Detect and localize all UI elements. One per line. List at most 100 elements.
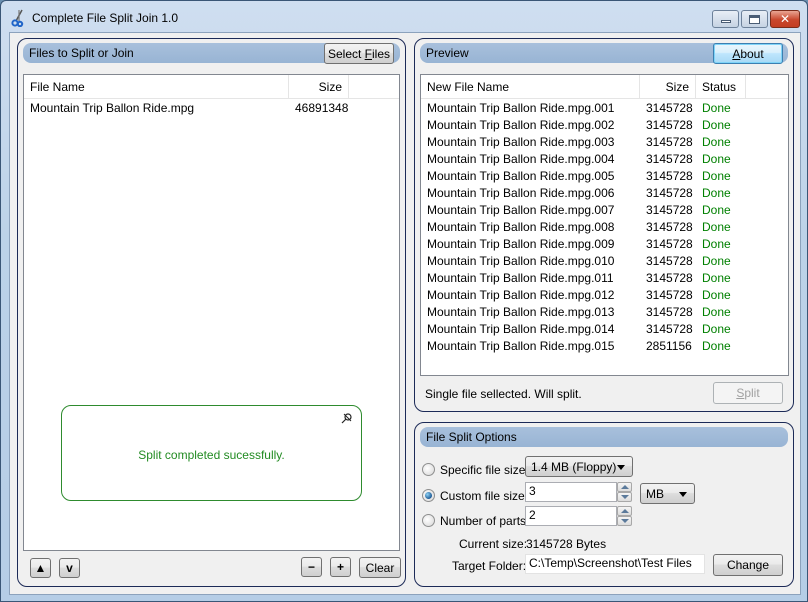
- table-row[interactable]: Mountain Trip Ballon Ride.mpg.007 3145728…: [421, 202, 788, 219]
- column-new-file-name[interactable]: New File Name: [421, 75, 640, 99]
- status-cell: Done: [702, 186, 731, 200]
- table-row[interactable]: Mountain Trip Ballon Ride.mpg.011 3145728…: [421, 270, 788, 287]
- number-of-parts-input[interactable]: 2: [525, 506, 617, 526]
- size-cell: 3145728: [646, 220, 693, 234]
- status-cell: Done: [702, 322, 731, 336]
- close-button[interactable]: ✕: [770, 10, 800, 28]
- number-of-parts-label[interactable]: Number of parts:: [440, 514, 529, 528]
- files-group: Files to Split or Join Select Files File…: [17, 38, 406, 587]
- status-cell: Done: [702, 169, 731, 183]
- status-cell: Done: [702, 288, 731, 302]
- clear-button[interactable]: Clear: [359, 557, 401, 578]
- table-row[interactable]: Mountain Trip Ballon Ride.mpg.010 3145728…: [421, 253, 788, 270]
- specific-size-dropdown[interactable]: 1.4 MB (Floppy): [525, 456, 633, 477]
- column-status[interactable]: Status: [696, 75, 746, 99]
- window-title: Complete File Split Join 1.0: [32, 11, 179, 25]
- status-cell: Done: [702, 203, 731, 217]
- table-row[interactable]: Mountain Trip Ballon Ride.mpg.014 3145728…: [421, 321, 788, 338]
- specific-size-radio[interactable]: [422, 463, 435, 476]
- size-cell: 3145728: [646, 322, 693, 336]
- size-cell: 3145728: [646, 135, 693, 149]
- add-file-button[interactable]: +: [330, 557, 351, 577]
- move-down-button[interactable]: v: [59, 558, 80, 578]
- new-file-name-cell: Mountain Trip Ballon Ride.mpg.010: [427, 254, 615, 268]
- split-options-title: File Split Options: [426, 430, 517, 444]
- column-file-name[interactable]: File Name: [24, 75, 289, 99]
- size-cell: 3145728: [646, 305, 693, 319]
- table-row[interactable]: Mountain Trip Ballon Ride.mpg.001 3145728…: [421, 100, 788, 117]
- minus-icon: −: [307, 560, 315, 574]
- spin-down-icon[interactable]: [617, 492, 632, 502]
- new-file-name-cell: Mountain Trip Ballon Ride.mpg.003: [427, 135, 615, 149]
- custom-size-spinner[interactable]: [617, 482, 632, 502]
- specific-size-label[interactable]: Specific file size:: [440, 463, 529, 477]
- custom-size-input[interactable]: 3: [525, 482, 617, 502]
- column-size[interactable]: Size: [289, 75, 349, 99]
- preview-list[interactable]: New File Name Size Status Mountain Trip …: [420, 74, 789, 376]
- remove-file-button[interactable]: −: [301, 557, 322, 577]
- change-folder-button[interactable]: Change: [713, 554, 783, 576]
- custom-size-radio[interactable]: [422, 489, 435, 502]
- new-file-name-cell: Mountain Trip Ballon Ride.mpg.005: [427, 169, 615, 183]
- spin-up-icon[interactable]: [617, 482, 632, 492]
- new-file-name-cell: Mountain Trip Ballon Ride.mpg.014: [427, 322, 615, 336]
- table-row[interactable]: Mountain Trip Ballon Ride.mpg.015 2851156…: [421, 338, 788, 355]
- files-list-header: File Name Size: [24, 75, 399, 99]
- table-row[interactable]: Mountain Trip Ballon Ride.mpg.005 3145728…: [421, 168, 788, 185]
- table-row[interactable]: Mountain Trip Ballon Ride.mpg.002 3145728…: [421, 117, 788, 134]
- new-file-name-cell: Mountain Trip Ballon Ride.mpg.007: [427, 203, 615, 217]
- unit-dropdown[interactable]: MB: [640, 483, 695, 504]
- status-cell: Done: [702, 237, 731, 251]
- spin-down-icon[interactable]: [617, 516, 632, 526]
- minimize-button[interactable]: [712, 10, 739, 28]
- table-row[interactable]: Mountain Trip Ballon Ride.mpg.006 3145728…: [421, 185, 788, 202]
- size-cell: 2851156: [646, 339, 692, 353]
- table-row[interactable]: Mountain Trip Ballon Ride.mpg.009 3145728…: [421, 236, 788, 253]
- number-of-parts-spinner[interactable]: [617, 506, 632, 526]
- maximize-button[interactable]: [741, 10, 768, 28]
- number-of-parts-radio[interactable]: [422, 514, 435, 527]
- new-file-name-cell: Mountain Trip Ballon Ride.mpg.012: [427, 288, 615, 302]
- custom-size-label[interactable]: Custom file size:: [440, 489, 528, 503]
- spin-up-icon[interactable]: [617, 506, 632, 516]
- table-row[interactable]: Mountain Trip Ballon Ride.mpg.013 3145728…: [421, 304, 788, 321]
- size-cell: 3145728: [646, 254, 693, 268]
- table-row[interactable]: Mountain Trip Ballon Ride.mpg.004 3145728…: [421, 151, 788, 168]
- new-file-name-cell: Mountain Trip Ballon Ride.mpg.013: [427, 305, 615, 319]
- split-button[interactable]: Split: [713, 382, 783, 404]
- split-options-header: File Split Options: [420, 427, 788, 447]
- table-row[interactable]: Mountain Trip Ballon Ride.mpg.008 3145728…: [421, 219, 788, 236]
- table-row[interactable]: Mountain Trip Ballon Ride.mpg.012 3145728…: [421, 287, 788, 304]
- new-file-name-cell: Mountain Trip Ballon Ride.mpg.002: [427, 118, 615, 132]
- size-cell: 3145728: [646, 101, 693, 115]
- table-row[interactable]: Mountain Trip Ballon Ride.mpg 46891348: [24, 100, 399, 117]
- chevron-up-icon: ▲: [34, 561, 47, 575]
- unit-value: MB: [646, 487, 664, 501]
- current-size-label: Current size:: [459, 537, 528, 551]
- client-area: Files to Split or Join Select Files File…: [9, 32, 801, 595]
- select-files-button[interactable]: Select Files: [324, 43, 394, 64]
- move-up-button[interactable]: ▲: [30, 558, 51, 578]
- plus-icon: +: [336, 560, 344, 574]
- column-size[interactable]: Size: [640, 75, 696, 99]
- new-file-name-cell: Mountain Trip Ballon Ride.mpg.004: [427, 152, 615, 166]
- status-cell: Done: [702, 101, 731, 115]
- size-cell: 3145728: [646, 288, 693, 302]
- notice-message: Split completed sucessfully.: [138, 448, 285, 462]
- new-file-name-cell: Mountain Trip Ballon Ride.mpg.001: [427, 101, 615, 115]
- split-complete-notice: Split completed sucessfully.: [61, 405, 362, 501]
- title-bar[interactable]: Complete File Split Join 1.0 ✕: [1, 1, 807, 33]
- pin-icon[interactable]: [341, 412, 353, 424]
- preview-group: Preview About New File Name Size Status …: [414, 38, 794, 412]
- status-cell: Done: [702, 339, 731, 353]
- scissors-icon: [11, 9, 24, 27]
- current-size-value: 3145728 Bytes: [526, 537, 607, 551]
- table-row[interactable]: Mountain Trip Ballon Ride.mpg.003 3145728…: [421, 134, 788, 151]
- split-options-group: File Split Options Specific file size: 1…: [414, 422, 794, 587]
- change-label: Change: [726, 558, 770, 572]
- new-file-name-cell: Mountain Trip Ballon Ride.mpg.011: [427, 271, 614, 285]
- target-folder-input[interactable]: C:\Temp\Screenshot\Test Files: [525, 554, 705, 574]
- about-button[interactable]: About: [713, 43, 783, 64]
- size-cell: 3145728: [646, 169, 693, 183]
- move-down-label: v: [66, 561, 73, 575]
